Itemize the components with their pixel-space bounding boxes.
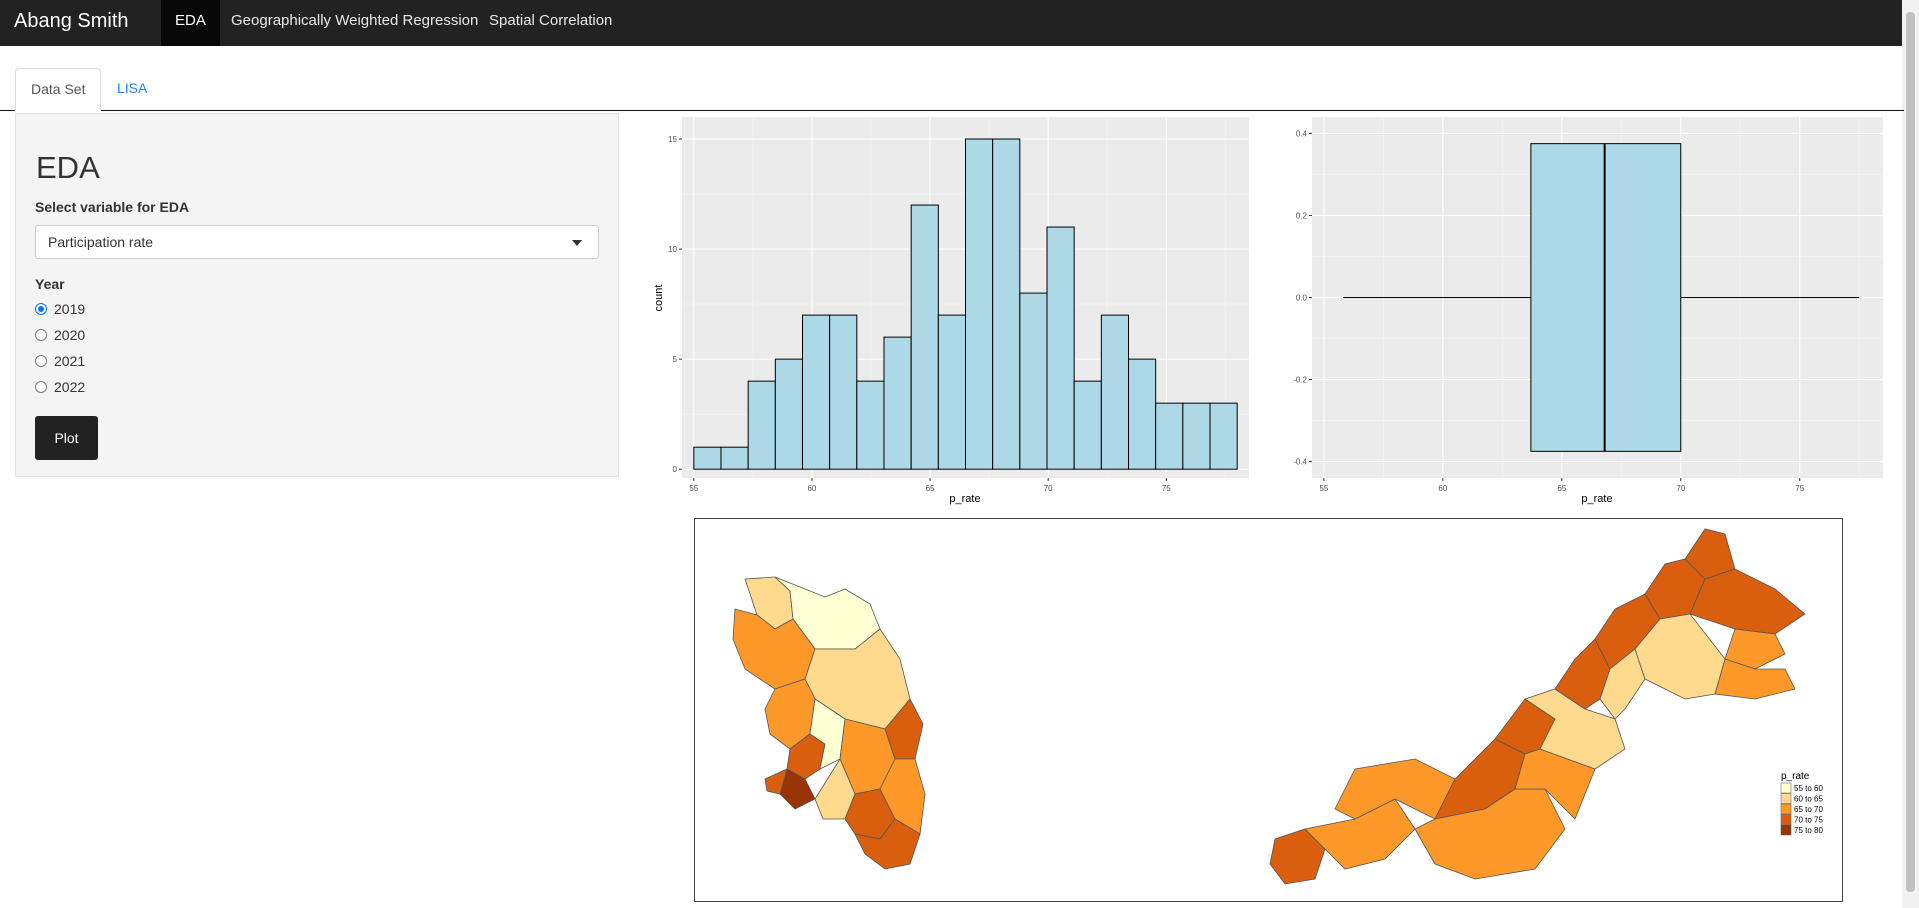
legend-swatch [1780, 814, 1792, 825]
histogram-bar [883, 336, 912, 470]
legend-label: 60 to 65 [1794, 795, 1823, 804]
x-tick-label: 60 [1438, 484, 1447, 493]
x-tick-label: 70 [1044, 484, 1053, 493]
y-tick-label: 0 [673, 465, 678, 474]
histogram-bar [937, 314, 966, 470]
y-tick-label: -0.2 [1293, 376, 1307, 385]
radio-2021[interactable] [35, 355, 47, 367]
legend-swatch [1780, 782, 1792, 794]
x-tick-label: 75 [1795, 484, 1804, 493]
legend-label: 55 to 60 [1794, 784, 1823, 793]
x-tick-label: 55 [689, 484, 698, 493]
x-tick-label: 55 [1319, 484, 1328, 493]
histogram-bar [1182, 402, 1211, 470]
east-malaysia [1269, 528, 1806, 885]
y-tick-label: 0.2 [1296, 211, 1308, 220]
histogram-bar [1100, 314, 1130, 470]
year-label: Year [35, 276, 65, 292]
histogram-bar [829, 314, 858, 470]
variable-select-value: Participation rate [48, 234, 154, 250]
x-tick-label: 60 [807, 484, 816, 493]
navbar: Abang Smith EDA Geographically Weighted … [0, 0, 1919, 46]
tab-lisa[interactable]: LISA [102, 68, 162, 110]
variable-select[interactable]: Participation rate [35, 225, 599, 259]
x-tick-label: 75 [1162, 484, 1171, 493]
boxplot-box [1530, 143, 1682, 452]
y-tick-label: 10 [668, 245, 677, 254]
histogram-bar [992, 138, 1021, 470]
histogram-bar [720, 446, 749, 470]
map-svg: p_rate 55 to 60 60 to 6565 to 70 70 to 757… [732, 528, 1823, 885]
select-variable-label: Select variable for EDA [35, 199, 190, 215]
peninsular-malaysia [732, 576, 926, 870]
histogram-bar [965, 138, 994, 470]
radio-label-2022: 2022 [54, 379, 86, 395]
y-tick-label: -0.4 [1293, 458, 1307, 467]
histogram-ylabel: count [653, 285, 665, 312]
radio-label-2021: 2021 [54, 353, 86, 369]
boxplot-xlabel: p_rate [1581, 493, 1612, 505]
radio-2020[interactable] [35, 329, 47, 341]
page-scrollbar[interactable] [1902, 0, 1919, 908]
nav-spatial-correlation[interactable]: Spatial Correlation [475, 0, 626, 46]
tab-data-set[interactable]: Data Set [15, 68, 102, 111]
histogram-bar [1128, 358, 1157, 470]
map-legend: p_rate 55 to 60 60 to 6565 to 70 70 to 757… [1780, 771, 1823, 836]
legend-swatch [1780, 803, 1792, 815]
nav-gwr[interactable]: Geographically Weighted Regression [217, 0, 492, 46]
plot-button[interactable]: Plot [35, 416, 98, 460]
scrollbar-thumb[interactable] [1906, 12, 1915, 892]
panel-title: EDA [36, 150, 100, 185]
nav-eda[interactable]: EDA [161, 0, 220, 46]
histogram-bar [1209, 402, 1238, 470]
legend-label: 75 to 80 [1794, 826, 1823, 835]
tabset: Data Set LISA [0, 68, 1904, 111]
histogram-bar [856, 380, 885, 470]
chevron-down-icon [572, 240, 582, 246]
histogram-bar [1073, 380, 1102, 470]
histogram-bar [801, 314, 831, 470]
histogram-bar [1019, 292, 1048, 470]
legend-label: 70 to 75 [1794, 816, 1823, 825]
y-tick-label: 5 [673, 355, 678, 364]
x-tick-label: 65 [926, 484, 935, 493]
radio-2022[interactable] [35, 381, 47, 393]
map-region [1689, 568, 1806, 635]
y-tick-label: 15 [668, 135, 677, 144]
radio-label-2019: 2019 [54, 301, 86, 317]
sidebar-panel: EDA Select variable for EDA Participatio… [15, 113, 619, 477]
x-tick-label: 70 [1676, 484, 1685, 493]
y-tick-label: 0.4 [1296, 129, 1308, 138]
legend-swatch [1780, 793, 1792, 804]
radio-label-2020: 2020 [54, 327, 86, 343]
legend-title: p_rate [1781, 771, 1810, 782]
app-brand[interactable]: Abang Smith [14, 0, 129, 46]
histogram-bar [910, 204, 939, 470]
histogram-bar [1155, 402, 1184, 470]
y-tick-label: 0.0 [1296, 294, 1308, 303]
legend-swatch [1780, 824, 1792, 836]
x-tick-label: 65 [1557, 484, 1566, 493]
histogram-chart: 55 60 65 70 75 0 5 10 15 p_rate count [653, 117, 1249, 505]
choropleth-map: p_rate 55 to 60 60 to 65 65 to 70 70 to 75 7… [694, 518, 1843, 902]
histogram-bar [747, 380, 776, 470]
legend-label: 65 to 70 [1794, 805, 1823, 814]
histogram-bar [1046, 226, 1075, 470]
histogram-bar [774, 358, 803, 470]
radio-2019[interactable] [35, 303, 47, 315]
boxplot-chart: 55 60 65 70 75 0.4 0.2 0.0 -0.2 -0.4 p_rate [1293, 117, 1883, 505]
histogram-xlabel: p_rate [949, 493, 980, 505]
histogram-bar [693, 446, 722, 470]
